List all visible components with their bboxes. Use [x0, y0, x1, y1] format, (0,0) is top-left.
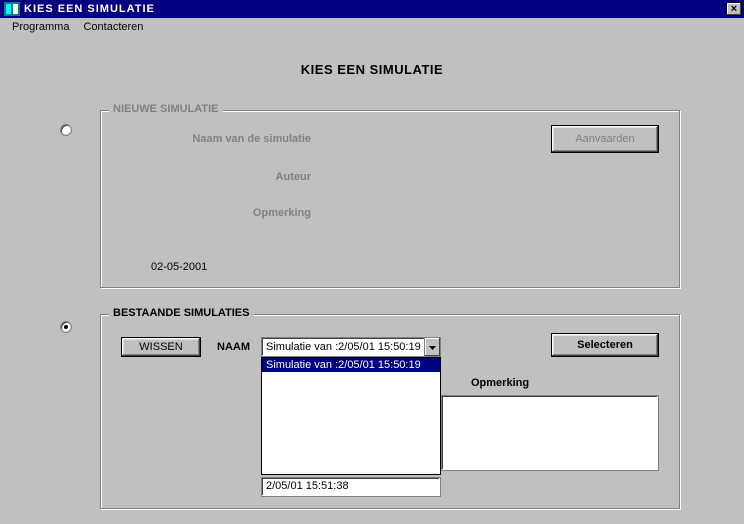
dropdown-item-0[interactable]: Simulatie van :2/05/01 15:50:19 — [262, 358, 440, 372]
client-area: KIES EEN SIMULATIE NIEUWE SIMULATIE Naam… — [0, 36, 744, 524]
label-author: Auteur — [131, 171, 311, 183]
label-sim-name: Naam van de simulatie — [131, 133, 311, 145]
select-button-label: Selecteren — [577, 339, 633, 351]
close-icon: × — [731, 3, 737, 15]
name-label: NAAM — [217, 341, 250, 353]
delete-button-label: WISSEN — [139, 341, 182, 353]
remark-textbox[interactable] — [441, 395, 659, 471]
app-icon — [4, 2, 20, 16]
menu-contacteren[interactable]: Contacteren — [77, 20, 149, 34]
window-title: KIES EEN SIMULATIE — [24, 3, 155, 15]
date-text: 02-05-2001 — [151, 261, 207, 273]
legend-existing: BESTAANDE SIMULATIES — [109, 307, 254, 319]
remark-column-label: Opmerking — [471, 377, 529, 389]
group-new-simulation: NIEUWE SIMULATIE Naam van de simulatie A… — [100, 110, 680, 288]
menubar: Programma Contacteren — [0, 18, 744, 36]
date-textbox[interactable]: 2/05/01 15:51:38 — [261, 477, 441, 497]
legend-new-simulation: NIEUWE SIMULATIE — [109, 103, 223, 115]
group-existing-simulations: BESTAANDE SIMULATIES WISSEN NAAM Simulat… — [100, 314, 680, 509]
accept-button[interactable]: Aanvaarden — [551, 125, 659, 153]
dropdown-toggle[interactable] — [424, 338, 440, 356]
menu-programma[interactable]: Programma — [6, 20, 75, 34]
select-button[interactable]: Selecteren — [551, 333, 659, 357]
radio-new-simulation[interactable] — [60, 124, 72, 136]
close-button[interactable]: × — [726, 2, 742, 16]
simulation-dropdown[interactable]: Simulatie van :2/05/01 15:50:19 — [261, 337, 441, 357]
radio-existing-simulation[interactable] — [60, 321, 72, 333]
delete-button[interactable]: WISSEN — [121, 337, 201, 357]
label-remark: Opmerking — [131, 207, 311, 219]
dropdown-value: Simulatie van :2/05/01 15:50:19 — [266, 341, 424, 353]
titlebar: KIES EEN SIMULATIE × — [0, 0, 744, 18]
date-textbox-value: 2/05/01 15:51:38 — [266, 480, 349, 492]
chevron-down-icon — [429, 341, 436, 353]
page-title: KIES EEN SIMULATIE — [0, 62, 744, 77]
accept-button-label: Aanvaarden — [575, 133, 634, 145]
dropdown-list[interactable]: Simulatie van :2/05/01 15:50:19 — [261, 357, 441, 475]
